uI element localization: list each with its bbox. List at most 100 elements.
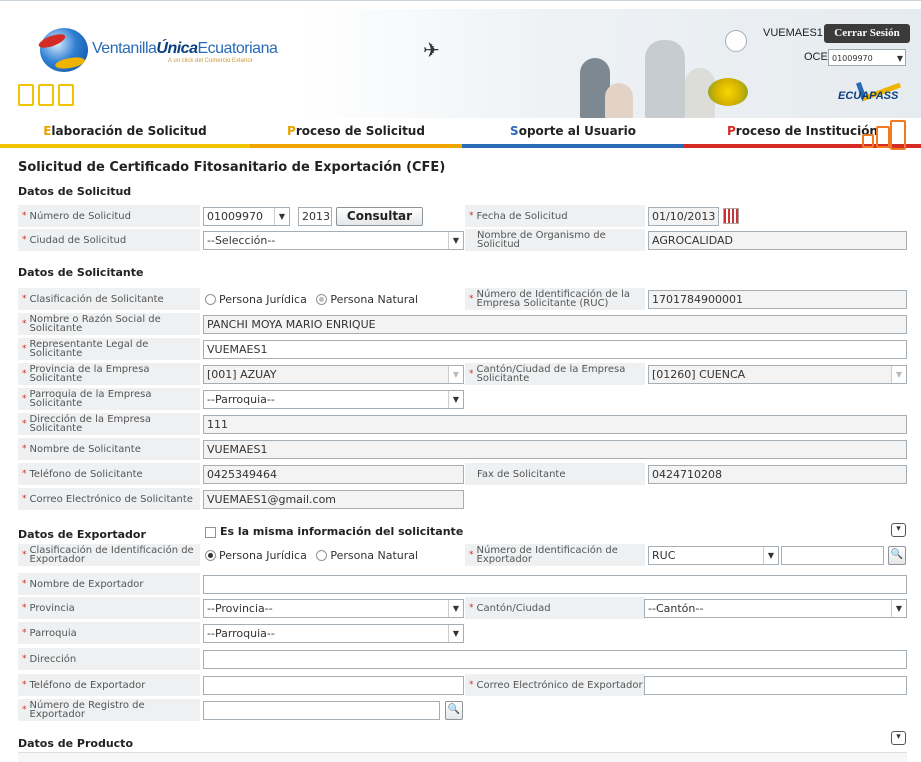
ciudad-solicitud-select[interactable]: --Selección-- ▼ — [203, 231, 464, 250]
parroquia-label: * Parroquia — [18, 622, 200, 645]
chevron-down-icon: ▼ — [448, 366, 463, 383]
telefono-exportador-input[interactable] — [203, 676, 464, 695]
row-representante: * Representante Legal de Solicitante VUEM… — [18, 338, 907, 361]
parroquia-select[interactable]: --Parroquia-- ▼ — [203, 624, 464, 643]
header: VentanillaÚnicaEcuatoriana A un click de… — [0, 0, 921, 118]
page-title: Solicitud de Certificado Fitosanitario d… — [18, 160, 446, 175]
required-marker: * — [22, 705, 27, 715]
required-marker: * — [22, 550, 27, 560]
section-datos-solicitante: Datos de Solicitante — [18, 266, 144, 279]
chevron-down-icon: ▼ — [448, 600, 463, 617]
tower-icon — [890, 120, 906, 150]
clasificacion-exportador-label: * Clasificación de Identificación de Expo… — [18, 544, 200, 567]
fax-solicitante-label: Fax de Solicitante — [465, 463, 645, 486]
radio-persona-juridica[interactable] — [205, 293, 216, 305]
canton-label: * Cantón/Ciudad — [465, 597, 645, 620]
logo-tagline: A un click del Comercio Exterior — [168, 58, 253, 64]
clock-icon — [725, 30, 747, 52]
representante-input[interactable]: VUEMAES1 — [203, 340, 907, 359]
canton-select[interactable]: --Cantón-- ▼ — [644, 599, 907, 618]
tipo-identificacion-select[interactable]: RUC ▼ — [648, 546, 779, 565]
telefono-solicitante-label: * Teléfono de Solicitante — [18, 463, 200, 486]
same-info-checkbox[interactable] — [205, 526, 216, 538]
direccion-empresa-label: * Dirección de la Empresa Solicitante — [18, 413, 200, 436]
mini-icons — [18, 84, 78, 106]
ruc-label: * Número de Identificación de la Empresa … — [465, 288, 645, 311]
header-people-photo — [560, 30, 740, 118]
row-telefono-correo-exportador: * Teléfono de Exportador * Correo Electrón… — [18, 674, 907, 697]
row-provincia-canton-exportador: * Provincia --Provincia-- ▼ * Cantón/Ciudad… — [18, 597, 907, 620]
representante-label: * Representante Legal de Solicitante — [18, 338, 200, 361]
radio-persona-juridica[interactable] — [205, 549, 216, 561]
required-marker: * — [22, 680, 27, 690]
registro-exportador-input[interactable] — [203, 701, 440, 720]
radio-label: Persona Natural — [330, 548, 419, 562]
required-marker: * — [469, 680, 474, 690]
provincia-empresa-label: * Provincia de la Empresa Solicitante — [18, 363, 200, 386]
organismo-label: Nombre de Organismo de Solicitud — [465, 229, 645, 252]
direccion-empresa-field: 111 — [203, 415, 907, 434]
provincia-empresa-select: [001] AZUAY ▼ — [203, 365, 464, 384]
required-marker: * — [22, 344, 27, 354]
same-info-checkbox-group: Es la misma información del solicitante — [205, 525, 463, 538]
chevron-down-icon: ▼ — [448, 232, 463, 249]
numero-identificacion-input[interactable] — [781, 546, 884, 565]
nombre-exportador-label: * Nombre de Exportador — [18, 573, 200, 596]
search-icon[interactable]: 🔍 — [888, 546, 906, 565]
correo-exportador-input[interactable] — [644, 676, 907, 695]
building-icon — [18, 84, 34, 106]
registro-exportador-label: * Número de Registro de Exportador — [18, 699, 200, 722]
ciudad-solicitud-label: * Ciudad de Solicitud — [18, 229, 200, 252]
nombre-exportador-input[interactable] — [203, 575, 907, 594]
required-marker: * — [22, 394, 27, 404]
razon-social-label: * Nombre o Razón Social de Solicitante — [18, 313, 200, 336]
ruc-field: 1701784900001 — [648, 290, 907, 309]
provincia-label: * Provincia — [18, 597, 200, 620]
logout-button[interactable]: Cerrar Sesión — [824, 24, 910, 43]
nombre-solicitante-field: VUEMAES1 — [203, 440, 907, 459]
oce-select[interactable]: 01009970 ▼ — [828, 49, 906, 66]
year-input[interactable]: 2013 — [298, 207, 332, 226]
required-marker: * — [22, 444, 27, 454]
required-marker: * — [22, 494, 27, 504]
search-icon[interactable]: 🔍 — [445, 701, 463, 720]
organismo-field: AGROCALIDAD — [648, 231, 907, 250]
canton-empresa-label: * Cantón/Ciudad de la Empresa Solicitante — [465, 363, 645, 386]
numero-solicitud-label: * Número de Solicitud — [18, 205, 200, 228]
telefono-exportador-label: * Teléfono de Exportador — [18, 674, 200, 697]
direccion-label: * Dirección — [18, 648, 200, 671]
parroquia-empresa-select[interactable]: --Parroquia-- ▼ — [203, 390, 464, 409]
row-ciudad-organismo: * Ciudad de Solicitud --Selección-- ▼ Nomb… — [18, 229, 907, 252]
radio-label: Persona Jurídica — [219, 548, 307, 562]
main-nav: Elaboración de Solicitud Proceso de Soli… — [0, 118, 921, 148]
radio-persona-natural[interactable] — [316, 293, 328, 305]
parroquia-empresa-label: * Parroquia de la Empresa Solicitante — [18, 388, 200, 411]
row-numero-fecha: * Número de Solicitud 01009970 ▼ 2013 Cons… — [18, 205, 907, 228]
fecha-solicitud-field: 01/10/2013 — [648, 207, 719, 226]
nav-soporte-usuario[interactable]: Soporte al Usuario — [462, 118, 684, 148]
calendar-icon[interactable] — [723, 208, 739, 224]
numero-solicitud-select[interactable]: 01009970 ▼ — [203, 207, 290, 226]
ecuapass-logo: ECUAPASS — [838, 69, 908, 106]
required-marker: * — [22, 211, 27, 221]
nav-proceso-solicitud[interactable]: Proceso de Solicitud — [250, 118, 462, 148]
collapse-exportador-button[interactable]: ▾ — [891, 523, 906, 537]
institution-icons — [858, 118, 908, 150]
collapse-producto-button[interactable]: ▾ — [891, 731, 906, 745]
consultar-button[interactable]: Consultar — [336, 207, 423, 226]
required-marker: * — [22, 469, 27, 479]
logo-text[interactable]: VentanillaÚnicaEcuatoriana — [92, 40, 278, 58]
direccion-input[interactable] — [203, 650, 907, 669]
required-marker: * — [469, 294, 474, 304]
radio-persona-natural[interactable] — [316, 549, 328, 561]
required-marker: * — [22, 319, 27, 329]
person-figure — [605, 83, 633, 118]
row-nombre-exportador: * Nombre de Exportador — [18, 573, 907, 596]
row-provincia-canton: * Provincia de la Empresa Solicitante [00… — [18, 363, 907, 386]
required-marker: * — [22, 628, 27, 638]
row-direccion-exportador: * Dirección — [18, 648, 907, 671]
provincia-select[interactable]: --Provincia-- ▼ — [203, 599, 464, 618]
chevron-down-icon: ▼ — [448, 391, 463, 408]
row-razon-social: * Nombre o Razón Social de Solicitante PA… — [18, 313, 907, 336]
nav-elaboracion-solicitud[interactable]: Elaboración de Solicitud — [0, 118, 250, 148]
